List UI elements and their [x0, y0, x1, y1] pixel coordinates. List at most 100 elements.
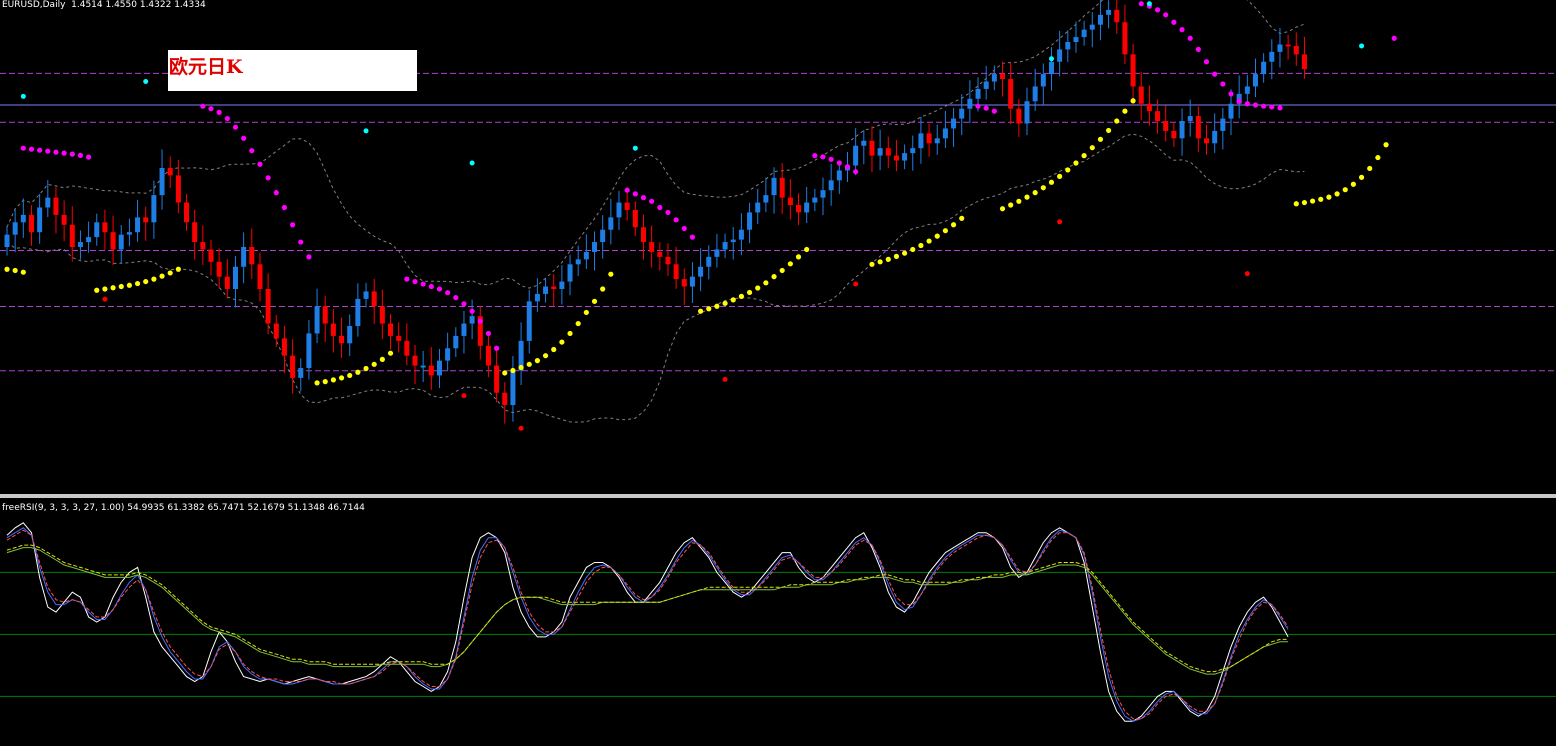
sar-dot-below	[787, 261, 793, 267]
candle-body	[298, 368, 304, 378]
candle-body	[820, 190, 826, 198]
sar-dot-below	[575, 320, 581, 327]
candle-body	[877, 148, 883, 156]
candle-body	[600, 229, 606, 243]
sar-dot-below	[175, 266, 181, 272]
candle-body	[755, 202, 761, 213]
candle-body	[657, 251, 663, 257]
sar-dot-below	[934, 233, 940, 239]
candle-body	[110, 232, 116, 250]
sar-dot-below	[363, 365, 369, 372]
price-chart-pane[interactable]: EURUSD,Daily 1.4514 1.4550 1.4322 1.4334…	[0, 0, 1556, 494]
sar-dot-below	[722, 300, 728, 306]
candle-body	[257, 264, 263, 289]
sar-dot-below	[20, 269, 26, 275]
candle-body	[265, 288, 271, 324]
fractal-down-marker	[461, 393, 467, 399]
sar-dot-above	[306, 254, 312, 260]
sar-dot-above	[689, 234, 696, 240]
sar-dot-above	[624, 187, 630, 193]
candle-body	[1057, 49, 1063, 62]
candle-body	[893, 155, 899, 161]
sar-dot-above	[1277, 105, 1283, 111]
sar-dot-below	[347, 372, 353, 379]
sar-dot-below	[322, 379, 328, 385]
candle-body	[12, 222, 18, 235]
sar-dot-above	[86, 154, 92, 160]
sar-dot-below	[1383, 142, 1389, 148]
sar-dot-below	[804, 246, 810, 253]
candle-body	[61, 214, 67, 225]
candle-body	[216, 261, 222, 277]
ohlc-values: 1.4514 1.4550 1.4322 1.4334	[71, 0, 206, 10]
sar-dot-below	[1375, 154, 1381, 161]
sar-dot-above	[1171, 19, 1177, 25]
sar-dot-above	[453, 295, 459, 301]
candle-body	[1106, 9, 1112, 15]
candle-body	[1065, 41, 1071, 50]
rsi-series-line	[6, 522, 1289, 722]
sar-dot-below	[885, 256, 891, 262]
candle-body	[1228, 103, 1234, 119]
sar-dot-below	[110, 285, 116, 291]
sar-dot-above	[649, 198, 655, 204]
symbol-label: EURUSD,Daily	[2, 0, 66, 10]
fractal-up-marker	[20, 93, 26, 99]
candle-body	[975, 88, 981, 99]
sar-dot-below	[4, 266, 10, 272]
candle-body	[689, 276, 695, 287]
candle-body	[502, 392, 508, 406]
sar-dot-above	[216, 109, 222, 115]
sar-dot-above	[844, 164, 851, 170]
sar-dot-above	[1261, 103, 1267, 109]
candle-body	[371, 291, 377, 307]
candle-body	[1179, 121, 1185, 139]
sar-dot-below	[918, 242, 924, 249]
candle-body	[1024, 101, 1030, 124]
candle-body	[1114, 9, 1120, 23]
candle-body	[453, 335, 459, 349]
candle-body	[1122, 22, 1128, 55]
candle-body	[1285, 44, 1291, 47]
indicator-pane[interactable]: freeRSI(9, 3, 3, 3, 27, 1.00) 54.9935 61…	[0, 498, 1556, 746]
sar-dot-above	[404, 276, 410, 282]
candle-body	[673, 264, 679, 280]
sar-dot-below	[600, 286, 606, 292]
sar-dot-above	[632, 191, 638, 197]
candle-body	[1220, 118, 1226, 131]
sar-dot-above	[1391, 35, 1397, 41]
lower-band	[6, 133, 1305, 423]
sar-dot-above	[37, 147, 43, 153]
candle-body	[1269, 51, 1275, 62]
candle-body	[1130, 54, 1136, 87]
candle-body	[665, 256, 671, 265]
sar-dot-below	[12, 267, 18, 274]
candle-body	[951, 118, 957, 129]
sar-dot-below	[387, 350, 394, 356]
sar-dot-above	[1187, 35, 1193, 41]
sar-dot-above	[485, 330, 492, 337]
candle-body	[698, 266, 704, 277]
candle-body	[804, 202, 810, 213]
candle-body	[910, 148, 916, 154]
sar-dot-above	[445, 290, 451, 296]
candle-body	[485, 345, 491, 366]
sar-dot-below	[1057, 173, 1063, 179]
sar-dot-above	[477, 318, 483, 324]
sar-dot-below	[330, 377, 336, 383]
sar-dot-above	[1195, 46, 1201, 53]
sar-dot-below	[567, 330, 573, 337]
sar-dot-above	[28, 146, 35, 152]
sar-dot-below	[126, 282, 132, 288]
candle-body	[1000, 74, 1006, 80]
candle-body	[428, 365, 434, 376]
sar-dot-above	[224, 115, 230, 122]
sar-dot-below	[926, 238, 932, 244]
sar-dot-below	[1358, 174, 1365, 180]
candle-body	[681, 279, 687, 287]
sar-dot-below	[559, 339, 565, 345]
sar-dot-above	[673, 217, 679, 223]
fractal-down-marker	[1244, 271, 1250, 277]
candle-body	[184, 202, 190, 223]
candle-body	[126, 232, 132, 235]
